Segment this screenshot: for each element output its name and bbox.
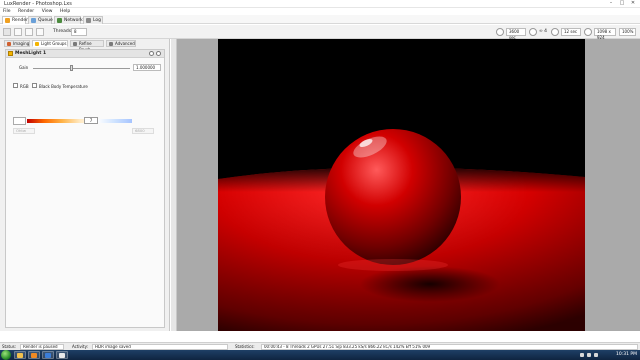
main-tab-bar: Render Queue Network Log [0,15,640,24]
left-panel: Imaging Light Groups Refine Brush Advanc… [0,39,170,331]
light-group-panel: MeshLight 1 Gain 1.000000 RGB Black Body… [5,49,165,328]
taskbar-clock: 10:31 PM [616,352,637,357]
tab-advanced-label: Advanced [115,41,135,46]
explorer-app[interactable] [14,351,26,359]
tab-queue[interactable]: Queue [28,16,53,24]
settings-icon[interactable] [156,51,161,56]
advanced-icon [109,42,113,46]
menu-bar: File Render View Help [0,8,640,15]
tab-render-label: Render [12,18,29,23]
gain-slider-handle[interactable] [70,65,74,71]
zoom-field[interactable]: 100% [619,28,636,36]
maximize-button[interactable]: □ [617,0,627,7]
media-player-icon [31,353,37,358]
rgb-label: RGB [20,84,29,89]
brush-icon [73,42,77,46]
volume-tray-icon[interactable] [587,353,591,357]
render-icon [5,18,10,23]
tab-log-label: Log [93,18,102,23]
resume-button[interactable] [3,28,11,36]
light-groups-icon [35,42,39,46]
luxrender-icon [59,353,65,358]
flag-tray-icon[interactable] [594,353,598,357]
status-label: Status: [2,344,17,349]
browser-icon [45,353,51,358]
title-bar: LuxRender - Photoshop.Lxs – □ ✕ [0,0,640,8]
tab-refine-brush[interactable]: Refine Brush [70,40,104,52]
stop-button[interactable] [25,28,33,36]
status-bar: Status: Render is paused Activity: HDR i… [0,342,640,350]
network-tray-icon[interactable] [580,353,584,357]
close-button[interactable]: ✕ [628,0,638,7]
gain-value-field[interactable]: 1.000000 [133,64,161,71]
pause-button[interactable] [14,28,22,36]
tab-imaging-label: Imaging [13,41,30,46]
light-bulb-icon [8,51,13,56]
temperature-gradient[interactable] [27,119,132,123]
refresh-button[interactable] [36,28,44,36]
disabled-field-right: 6800 [132,128,154,134]
explorer-icon [17,353,23,358]
tab-network-label: Network [64,18,83,23]
light-group-name: MeshLight 1 [15,51,47,56]
menu-help[interactable]: Help [57,8,73,15]
queue-icon [31,18,36,23]
interval-field[interactable]: 12 sec [561,28,581,36]
tab-light-groups[interactable]: Light Groups [32,40,68,47]
tab-queue-label: Queue [38,18,53,23]
gain-slider[interactable] [33,68,130,69]
resolution-icon [584,28,592,36]
luxrender-app[interactable] [56,351,68,359]
browser-app[interactable] [42,351,54,359]
tab-render[interactable]: Render [2,16,29,24]
network-icon [57,18,62,23]
halt-time-field[interactable]: 3600 sec [506,28,526,40]
log-icon [86,18,91,23]
halt-spp-icon [529,28,537,36]
render-viewport[interactable] [171,39,640,331]
interval-icon [551,28,559,36]
halt-time-icon [496,28,504,36]
viewport-scrollbar[interactable] [171,39,177,331]
light-color-swatch[interactable] [13,117,26,125]
imaging-icon [7,42,11,46]
minimize-button[interactable]: – [606,0,616,7]
light-group-header[interactable]: MeshLight 1 [6,50,164,58]
temperature-value[interactable]: 7 [84,117,98,124]
start-button[interactable] [1,350,11,360]
threads-label: Threads: [53,29,73,34]
rgb-checkbox[interactable] [13,83,18,88]
activity-label: Activity: [72,344,89,349]
black-body-label: Black Body Temperature [39,84,88,89]
render-image [218,39,585,331]
tab-imaging[interactable]: Imaging [4,40,30,47]
halt-spp-value: ∞ 4 [539,29,548,34]
black-body-checkbox[interactable] [32,83,37,88]
tab-advanced[interactable]: Advanced [106,40,136,47]
tab-light-groups-label: Light Groups [41,41,67,46]
menu-view[interactable]: View [39,8,56,15]
os-taskbar: 10:31 PM [0,350,640,360]
statistics-label: Statistics: [235,344,255,349]
media-player-app[interactable] [28,351,40,359]
disabled-field-left: Ohtw [13,128,35,134]
toolbar: Threads: 8 3600 sec ∞ 4 12 sec 1098 x 92… [0,25,640,40]
threads-spinbox[interactable]: 8 [71,28,87,36]
menu-render[interactable]: Render [15,8,37,15]
gain-label: Gain [19,65,29,70]
menu-file[interactable]: File [0,8,14,15]
help-icon[interactable] [149,51,154,56]
tab-network[interactable]: Network [54,16,83,24]
tab-log[interactable]: Log [83,16,103,24]
resolution-field[interactable]: 1098 x 924 [594,28,616,40]
window-title: LuxRender - Photoshop.Lxs [4,1,72,7]
